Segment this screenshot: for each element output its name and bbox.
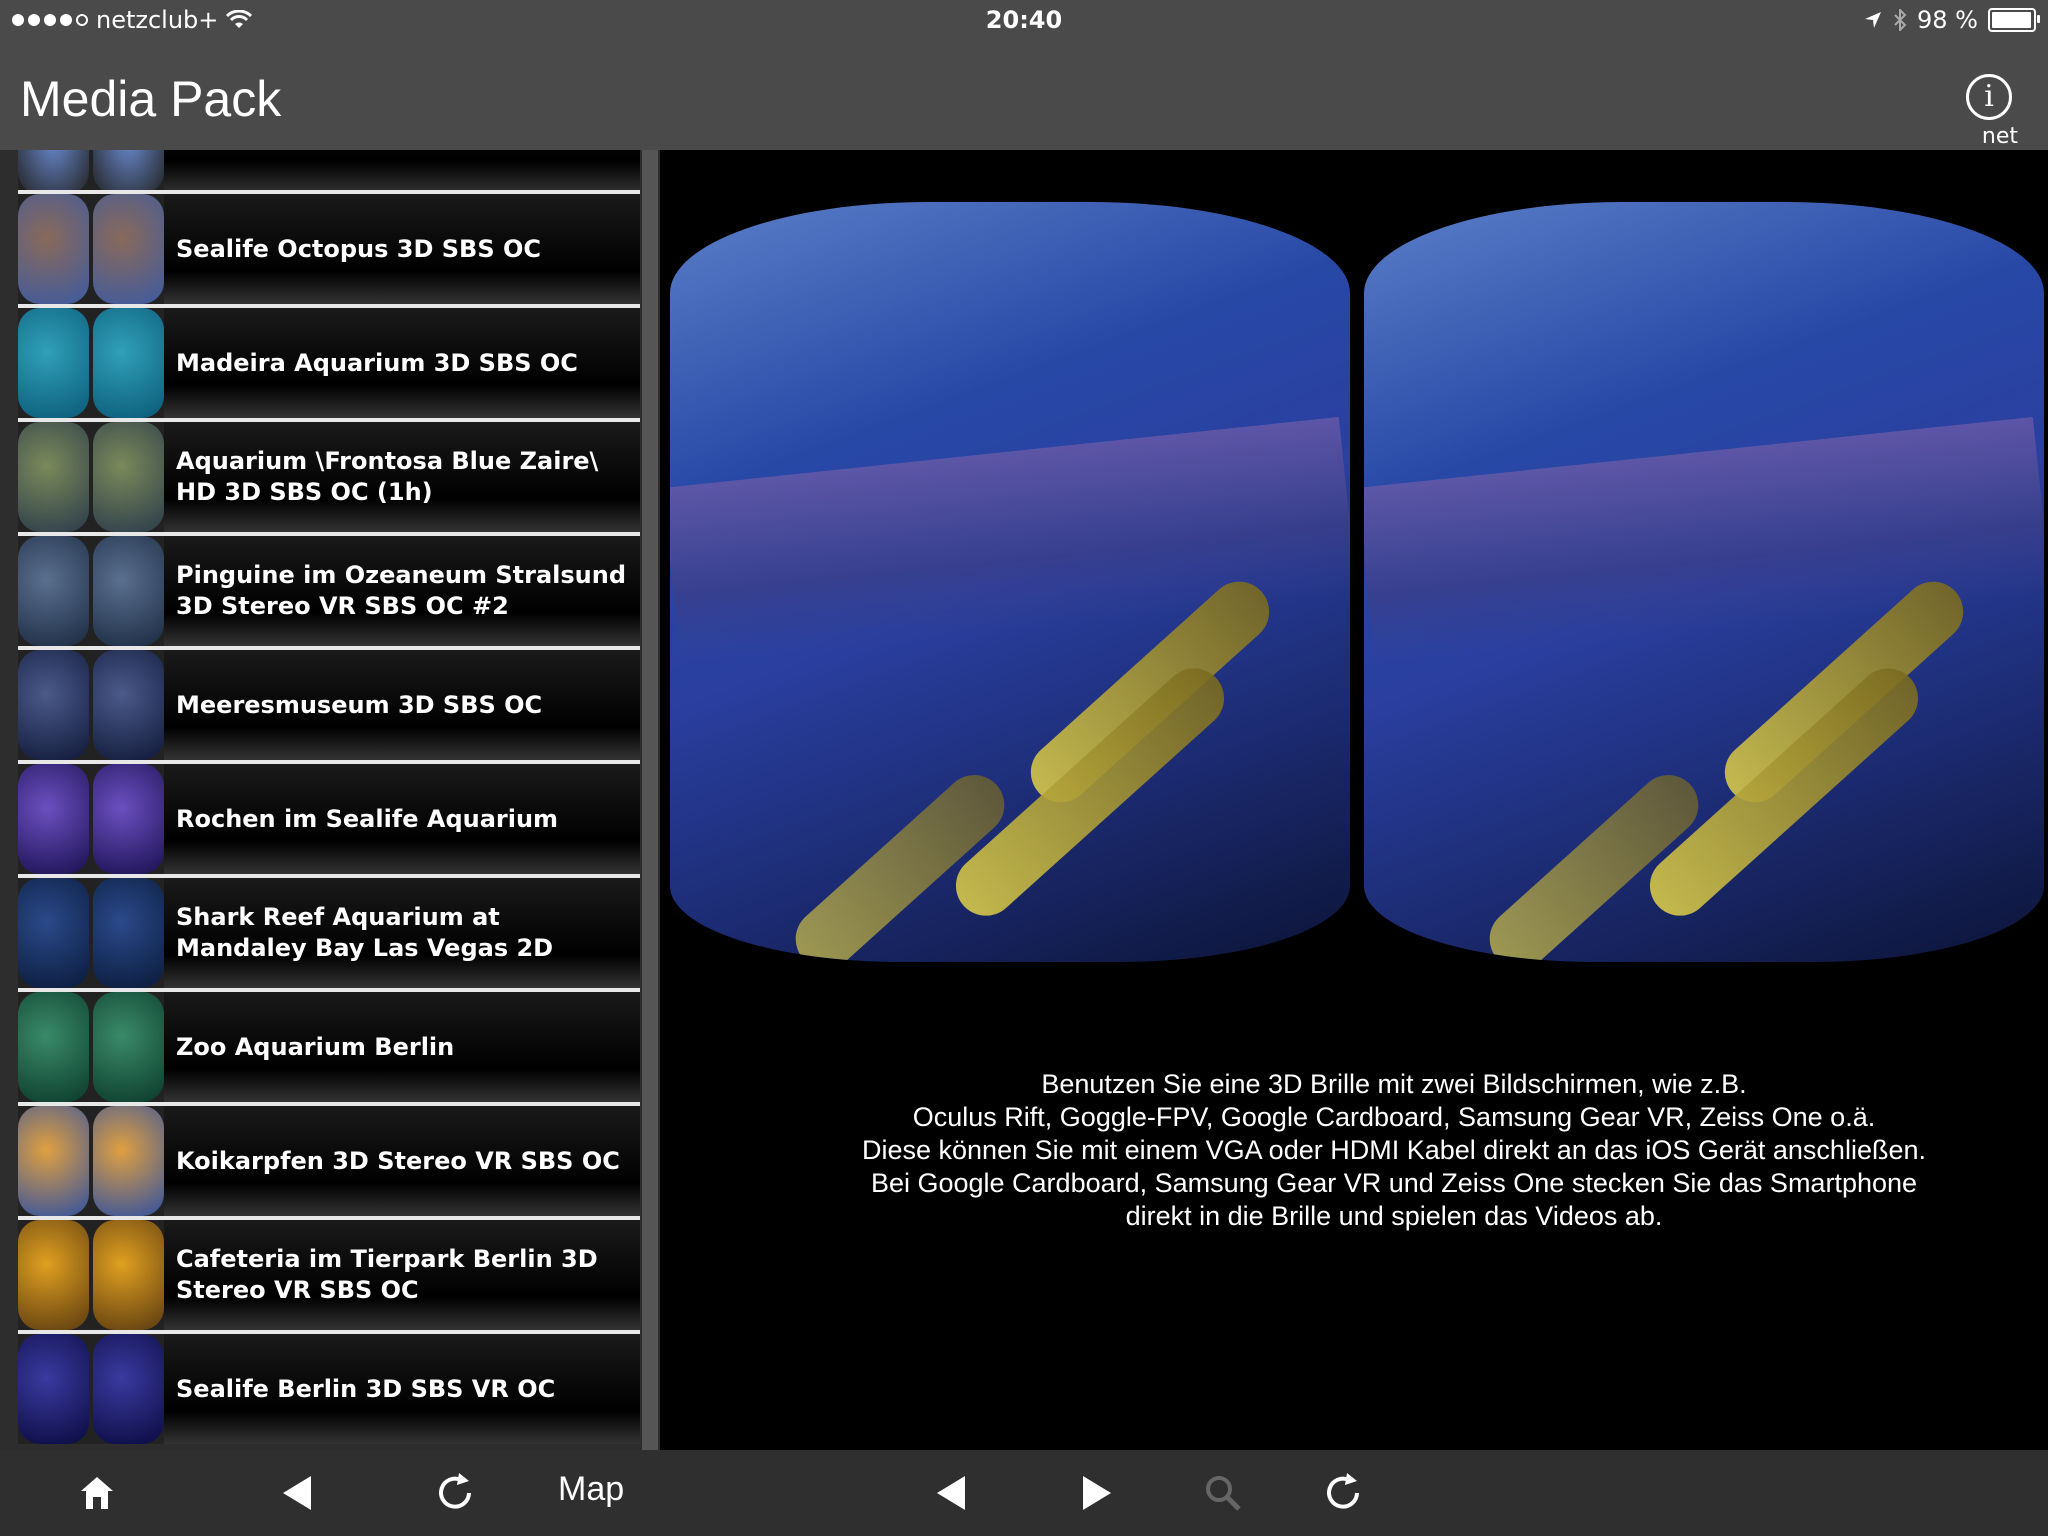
list-item-label: Aquarium \Frontosa Blue Zaire\ HD 3D SBS… (176, 447, 599, 506)
thumbnail (18, 194, 164, 304)
caption-line: direkt in die Brille und spielen das Vid… (1125, 1201, 1663, 1231)
list-item-label: Cafeteria im Tierpark Berlin 3D Stereo V… (176, 1245, 598, 1304)
prev-icon[interactable] (920, 1462, 982, 1524)
status-right: 98 % (1863, 6, 2040, 34)
list-item-label: Sealife Berlin 3D SBS VR OC (176, 1374, 556, 1403)
status-bar: netzclub+ 20:40 98 % (0, 0, 2048, 42)
next-icon[interactable] (1066, 1462, 1128, 1524)
list-item[interactable]: Madeira Aquarium 3D SBS OC (18, 304, 640, 418)
list-item[interactable] (18, 150, 640, 194)
map-button[interactable]: Map (558, 1470, 624, 1509)
caption-line: Oculus Rift, Goggle-FPV, Google Cardboar… (912, 1102, 1876, 1132)
video-preview[interactable]: Benutzen Sie eine 3D Brille mit zwei Bil… (660, 150, 2048, 1450)
list-item[interactable]: Zoo Aquarium Berlin (18, 988, 640, 1102)
list-item-label: Sealife Octopus 3D SBS OC (176, 234, 541, 263)
list-item[interactable]: Sealife Berlin 3D SBS VR OC (18, 1330, 640, 1444)
battery-icon (1988, 8, 2040, 32)
list-item[interactable]: Rochen im Sealife Aquarium (18, 760, 640, 874)
list-item[interactable]: Meeresmuseum 3D SBS OC (18, 646, 640, 760)
list-item-label: Koikarpfen 3D Stereo VR SBS OC (176, 1146, 620, 1175)
top-bar: netzclub+ 20:40 98 % Media Pack i net (0, 0, 2048, 150)
info-label: net (1981, 124, 2018, 149)
thumbnail (18, 992, 164, 1102)
right-eye-view (1364, 202, 2044, 962)
reload-icon[interactable] (424, 1462, 486, 1524)
thumbnail (18, 1334, 164, 1444)
location-icon (1865, 12, 1882, 28)
search-icon[interactable] (1192, 1462, 1254, 1524)
list-item[interactable]: Pinguine im Ozeaneum Stralsund 3D Stereo… (18, 532, 640, 646)
thumbnail (18, 650, 164, 760)
list-item[interactable]: Aquarium \Frontosa Blue Zaire\ HD 3D SBS… (18, 418, 640, 532)
home-icon[interactable] (66, 1462, 128, 1524)
thumbnail (18, 764, 164, 874)
list-item[interactable]: Cafeteria im Tierpark Berlin 3D Stereo V… (18, 1216, 640, 1330)
battery-percent: 98 % (1917, 6, 1978, 34)
thumbnail (18, 1106, 164, 1216)
thumbnail (18, 878, 164, 988)
status-time: 20:40 (985, 6, 1063, 34)
info-icon[interactable]: i (1966, 74, 2012, 120)
bottom-toolbar: Map (0, 1450, 2048, 1536)
left-eye-view (670, 202, 1350, 962)
list-item-label: Rochen im Sealife Aquarium (176, 804, 559, 833)
thumbnail (18, 150, 164, 194)
back-icon[interactable] (266, 1462, 328, 1524)
bluetooth-icon (1894, 9, 1907, 31)
caption-line: Diese können Sie mit einem VGA oder HDMI… (861, 1135, 1926, 1165)
thumbnail (18, 422, 164, 532)
list-item[interactable]: Sealife Octopus 3D SBS OC (18, 190, 640, 304)
caption-line: Bei Google Cardboard, Samsung Gear VR un… (870, 1168, 1918, 1198)
page-title: Media Pack (20, 71, 282, 127)
caption-line: Benutzen Sie eine 3D Brille mit zwei Bil… (1041, 1069, 1747, 1099)
media-list[interactable]: Sealife Octopus 3D SBS OC Madeira Aquariu… (0, 150, 660, 1450)
thumbnail (18, 536, 164, 646)
list-item[interactable]: Koikarpfen 3D Stereo VR SBS OC (18, 1102, 640, 1216)
list-item-label: Madeira Aquarium 3D SBS OC (176, 348, 578, 377)
list-scrollbar[interactable] (642, 150, 658, 1450)
list-item-label: Zoo Aquarium Berlin (176, 1032, 455, 1061)
list-item-label: Shark Reef Aquarium at Mandaley Bay Las … (176, 903, 554, 962)
refresh-icon[interactable] (1312, 1462, 1374, 1524)
list-item-label: Meeresmuseum 3D SBS OC (176, 690, 543, 719)
list-item-label: Pinguine im Ozeaneum Stralsund 3D Stereo… (176, 561, 627, 620)
list-item[interactable]: Shark Reef Aquarium at Mandaley Bay Las … (18, 874, 640, 988)
instructions-text: Benutzen Sie eine 3D Brille mit zwei Bil… (700, 1068, 2048, 1233)
thumbnail (18, 308, 164, 418)
thumbnail (18, 1220, 164, 1330)
